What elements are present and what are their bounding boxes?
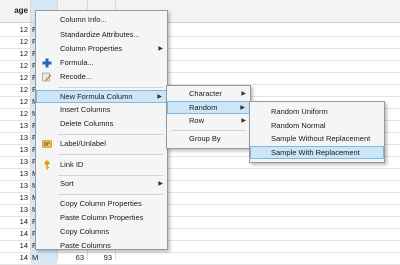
menu-item-label: Label/Unlabel [60, 139, 106, 148]
menu-item-standardize-attributes[interactable]: Standardize Attributes... [36, 29, 167, 42]
menu-item-label: Paste Column Properties [60, 213, 144, 222]
menu-item-link-id[interactable]: Link ID [36, 159, 167, 172]
cell-age[interactable]: 13 [2, 157, 28, 166]
cell-age[interactable]: 12 [2, 25, 28, 34]
cell-age[interactable]: 12 [2, 49, 28, 58]
menu-item-label: Recode... [60, 72, 93, 81]
submenu-item-character[interactable]: Character ▶ [167, 88, 250, 101]
menu-item-label: Random Uniform [271, 107, 328, 116]
cell-age[interactable]: 12 [2, 109, 28, 118]
cell-age[interactable]: 13 [2, 181, 28, 190]
menu-item-label: Column Info... [60, 15, 107, 24]
submenu-arrow-icon: ▶ [241, 118, 246, 124]
cell-age[interactable]: 13 [2, 169, 28, 178]
menu-separator [58, 134, 163, 135]
menu-item-label-unlabel[interactable]: Label/Unlabel [36, 138, 167, 151]
cell-age[interactable]: 13 [2, 133, 28, 142]
menu-item-label: Column Properties [60, 44, 123, 53]
menu-item-insert-columns[interactable]: Insert Columns [36, 104, 167, 117]
cell-age[interactable]: 13 [2, 121, 28, 130]
menu-item-label: Sample Without Replacement [271, 134, 371, 143]
menu-item-label: Random [189, 103, 218, 112]
menu-item-label: Character [189, 89, 222, 98]
table-row[interactable]: 14 M 63 93 [0, 251, 400, 265]
cell-age[interactable]: 12 [2, 85, 28, 94]
random-submenu: Random Uniform Random Normal Sample With… [249, 101, 385, 163]
menu-item-column-properties[interactable]: Column Properties ▶ [36, 43, 167, 56]
menu-item-label: New Formula Column [60, 92, 133, 101]
cell-age[interactable]: 12 [2, 97, 28, 106]
submenu-item-random[interactable]: Random ▶ [167, 101, 250, 114]
menu-item-label: Sort [60, 179, 74, 188]
menu-item-paste-column-properties[interactable]: Paste Column Properties [36, 212, 167, 225]
submenu-item-group-by[interactable]: Group By [167, 133, 250, 146]
submenu-item-row[interactable]: Row ▶ [167, 115, 250, 128]
submenu-arrow-icon: ▶ [240, 105, 245, 111]
submenu-item-random-normal[interactable]: Random Normal [250, 120, 384, 133]
label-tag-icon [42, 140, 52, 148]
menu-separator [58, 175, 163, 176]
new-formula-column-submenu: Character ▶ Random ▶ Row ▶ Group By [166, 85, 251, 149]
recode-pencil-icon [42, 72, 52, 82]
menu-item-label: Paste Columns [60, 241, 111, 250]
submenu-arrow-icon: ▶ [158, 46, 163, 52]
menu-item-label: Group By [189, 134, 221, 143]
menu-separator [58, 87, 163, 88]
column-context-menu: Column Info... Standardize Attributes...… [35, 10, 168, 250]
cell-value[interactable]: 63 [62, 253, 84, 262]
menu-item-label: Formula... [60, 58, 94, 67]
submenu-arrow-icon: ▶ [157, 94, 162, 100]
menu-item-label: Copy Column Properties [60, 199, 142, 208]
cell-age[interactable]: 12 [2, 73, 28, 82]
menu-item-label: Link ID [60, 160, 84, 169]
menu-item-copy-columns[interactable]: Copy Columns [36, 226, 167, 239]
cell-age[interactable]: 13 [2, 193, 28, 202]
menu-item-label: Sample With Replacement [271, 148, 360, 157]
submenu-item-sample-without-replacement[interactable]: Sample Without Replacement [250, 133, 384, 146]
cell-value[interactable]: 93 [90, 253, 112, 262]
menu-item-label: Delete Columns [60, 119, 114, 128]
menu-item-label: Insert Columns [60, 105, 111, 114]
menu-item-recode[interactable]: Recode... [36, 71, 167, 84]
cell-age[interactable]: 13 [2, 205, 28, 214]
cell-age[interactable]: 14 [2, 241, 28, 250]
menu-item-copy-column-properties[interactable]: Copy Column Properties [36, 198, 167, 211]
cell-age[interactable]: 12 [2, 61, 28, 70]
menu-item-sort[interactable]: Sort ▶ [36, 178, 167, 191]
column-header-age[interactable]: age [2, 6, 28, 15]
menu-item-column-info[interactable]: Column Info... [36, 14, 167, 27]
cell-sex[interactable]: M [32, 253, 38, 262]
menu-separator [58, 194, 163, 195]
submenu-arrow-icon: ▶ [158, 181, 163, 187]
menu-item-delete-columns[interactable]: Delete Columns [36, 118, 167, 131]
menu-item-label: Copy Columns [60, 227, 110, 236]
menu-item-label: Standardize Attributes... [60, 30, 140, 39]
cell-age[interactable]: 14 [2, 253, 28, 262]
menu-item-label: Row [189, 116, 205, 125]
menu-separator [58, 154, 163, 155]
menu-item-new-formula-column[interactable]: New Formula Column ▶ [36, 90, 167, 103]
key-icon [44, 160, 50, 170]
cell-age[interactable]: 12 [2, 37, 28, 46]
formula-plus-icon [42, 58, 52, 68]
submenu-item-random-uniform[interactable]: Random Uniform [250, 106, 384, 119]
menu-item-formula[interactable]: Formula... [36, 57, 167, 70]
menu-item-paste-columns[interactable]: Paste Columns [36, 240, 167, 253]
submenu-item-sample-with-replacement[interactable]: Sample With Replacement [250, 146, 384, 159]
menu-separator [171, 130, 246, 131]
cell-age[interactable]: 14 [2, 229, 28, 238]
menu-item-label: Random Normal [271, 121, 326, 130]
cell-age[interactable]: 14 [2, 217, 28, 226]
cell-age[interactable]: 13 [2, 145, 28, 154]
submenu-arrow-icon: ▶ [241, 91, 246, 97]
